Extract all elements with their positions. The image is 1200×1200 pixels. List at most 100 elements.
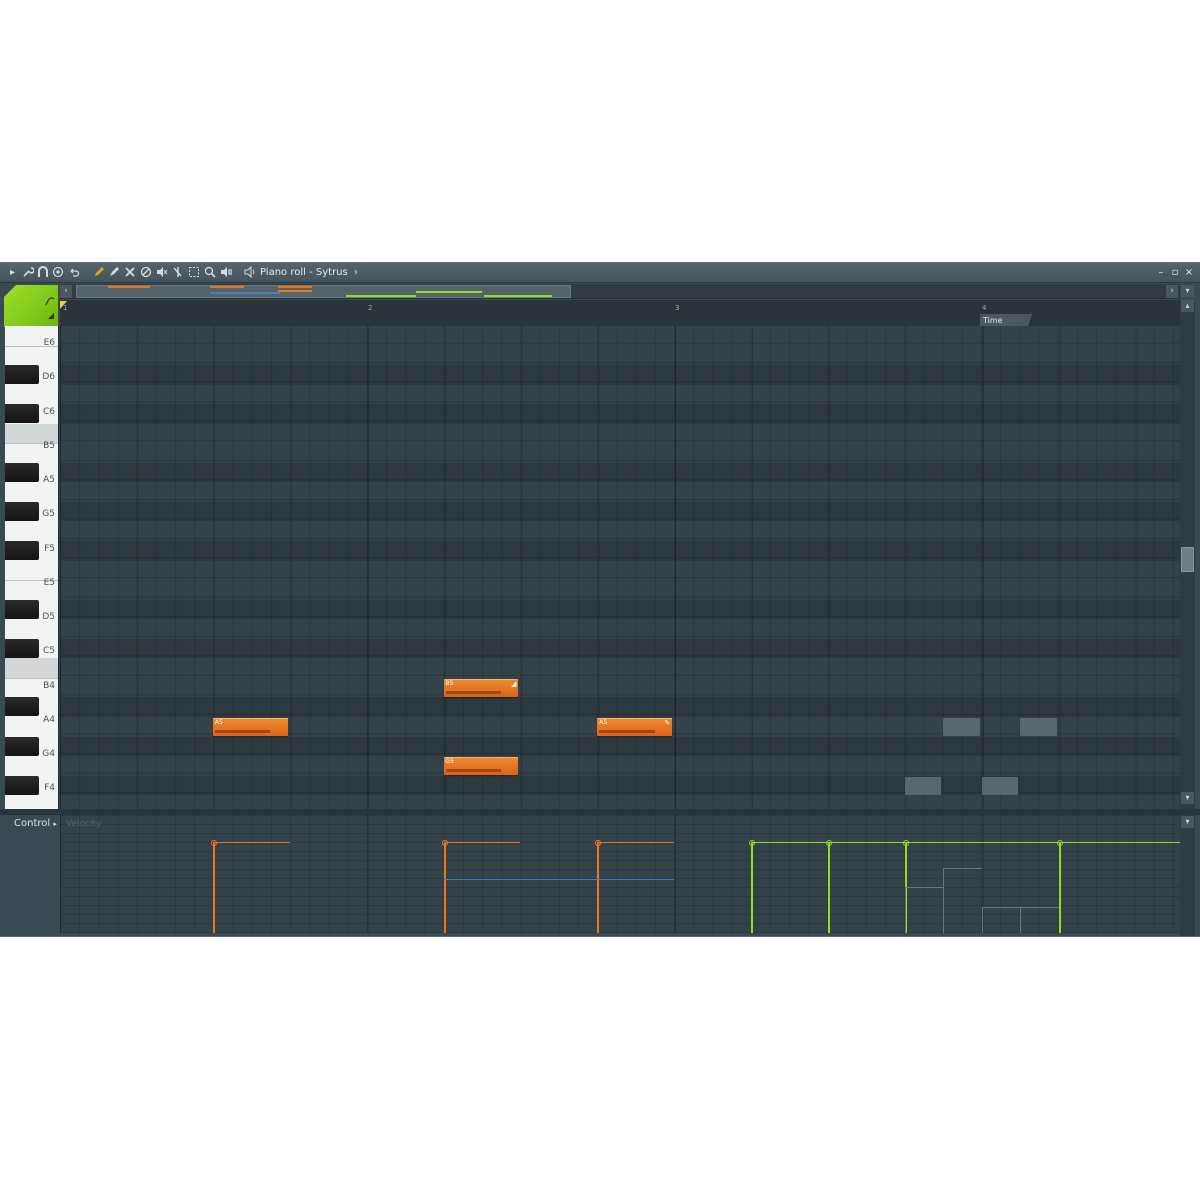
black-key[interactable] <box>5 638 39 658</box>
slice-icon[interactable] <box>171 266 184 279</box>
menu-arrow-icon[interactable]: ▸ <box>6 266 19 279</box>
vertical-scroll-thumb[interactable] <box>1181 547 1194 572</box>
key-label: E5 <box>43 577 55 588</box>
window-title-text: Piano roll - Sytrus <box>260 267 348 278</box>
mute-icon[interactable] <box>155 266 168 279</box>
note-velocity-bar <box>214 730 271 733</box>
piano-roll-window: ▸ Piano roll - Sytrus › – ▫ × ‹ › ▾ 1 2 … <box>0 262 1200 937</box>
overview-menu-icon[interactable]: ▾ <box>1181 285 1194 297</box>
control-menu-icon[interactable]: ▾ <box>1181 816 1194 828</box>
black-key-row <box>60 697 1180 717</box>
control-target: Velocity <box>66 819 102 829</box>
maximize-button[interactable]: ▫ <box>1170 267 1180 279</box>
scroll-right-icon[interactable]: › <box>1166 285 1178 298</box>
black-key-row <box>60 501 1180 522</box>
ghost-note <box>943 718 980 736</box>
window-title[interactable]: Piano roll - Sytrus › <box>260 266 358 280</box>
velocity-handle[interactable] <box>210 840 217 846</box>
key-label: F5 <box>44 543 55 554</box>
edit-icon[interactable]: ✎ <box>664 720 670 727</box>
vertical-scrollbar[interactable]: ▴ ▾ <box>1180 300 1195 936</box>
zoom-icon[interactable] <box>203 266 216 279</box>
control-label[interactable]: Control ▸ <box>14 818 57 830</box>
velocity-stem[interactable] <box>751 843 753 933</box>
black-key[interactable] <box>5 501 39 521</box>
note-grid[interactable]: A5B5◢G5A5✎E5C5A4B4D5F4 <box>60 326 1180 809</box>
title-bar: ▸ Piano roll - Sytrus › – ▫ × <box>0 263 1200 283</box>
key-label: G5 <box>42 509 55 520</box>
scroll-left-icon[interactable]: ‹ <box>60 285 72 298</box>
key-label: A5 <box>43 475 55 485</box>
velocity-handle[interactable] <box>749 840 755 846</box>
velocity-handle[interactable] <box>1056 840 1063 846</box>
note-a5[interactable]: A5 ✎ <box>597 718 673 736</box>
note-label: A5 <box>599 719 608 726</box>
key-label: C6 <box>42 406 55 417</box>
velocity-lane[interactable] <box>60 815 1180 933</box>
velocity-handle[interactable] <box>441 840 448 846</box>
velocity-tail <box>443 842 521 843</box>
black-key[interactable] <box>5 697 39 717</box>
ghost-velocity-stem <box>943 868 945 933</box>
minimize-button[interactable]: – <box>1156 267 1166 279</box>
note-g5[interactable]: G5 <box>443 757 519 776</box>
note-a5[interactable]: A5 <box>212 718 288 736</box>
note-b5[interactable]: B5 ◢ <box>443 678 519 697</box>
scroll-down-icon[interactable]: ▾ <box>1181 792 1194 804</box>
paint-icon[interactable] <box>107 266 120 279</box>
pattern-overview[interactable]: ‹ › <box>60 284 1180 299</box>
velocity-handle[interactable] <box>595 840 602 846</box>
black-key[interactable] <box>5 404 39 424</box>
velocity-handle[interactable] <box>902 840 909 846</box>
ghost-velocity-tail <box>904 887 944 888</box>
tool-corner-button[interactable] <box>4 285 58 327</box>
playback-icon[interactable] <box>219 266 232 279</box>
overview-note <box>416 291 482 293</box>
key-label: F4 <box>44 783 55 794</box>
corner-icon[interactable]: ◢ <box>511 680 516 688</box>
key-label: B5 <box>43 440 55 451</box>
title-arrow-icon: › <box>353 267 358 278</box>
black-key[interactable] <box>5 365 39 385</box>
velocity-tail <box>212 842 290 843</box>
note-velocity-bar <box>445 690 501 694</box>
undo-icon[interactable] <box>67 266 80 279</box>
ghost-note <box>981 776 1019 795</box>
velocity-stem[interactable] <box>597 843 600 933</box>
velocity-stem[interactable] <box>1058 843 1061 933</box>
scroll-up-icon[interactable]: ▴ <box>1181 300 1194 312</box>
black-key[interactable] <box>5 775 39 795</box>
pencil-icon[interactable] <box>92 266 105 279</box>
delete-tool-icon[interactable] <box>123 266 136 279</box>
magnet-icon[interactable] <box>36 266 49 279</box>
erase-icon[interactable] <box>139 266 152 279</box>
overview-note <box>346 295 416 297</box>
overview-note <box>278 286 312 288</box>
speaker-icon[interactable] <box>243 265 256 279</box>
black-key-row <box>60 638 1180 659</box>
note-velocity-bar <box>445 769 501 773</box>
wrench-icon[interactable] <box>21 266 35 279</box>
velocity-stem[interactable] <box>827 843 830 933</box>
black-key[interactable] <box>5 736 39 756</box>
velocity-handle[interactable] <box>825 840 832 846</box>
black-key[interactable] <box>5 541 39 561</box>
black-key[interactable] <box>5 462 39 482</box>
ghost-velocity-stem <box>904 887 906 933</box>
close-button[interactable]: × <box>1184 267 1194 279</box>
c-key[interactable] <box>5 658 58 678</box>
black-key-row <box>60 599 1180 620</box>
piano-keyboard[interactable]: E6 D6 C6 B5 A5 G5 F5 E5 D5 C5 B4 A4 G4 F4 <box>5 326 59 809</box>
select-icon[interactable] <box>187 266 200 279</box>
velocity-stem[interactable] <box>212 843 215 933</box>
key-label: E6 <box>43 338 55 348</box>
ghost-velocity-tail <box>943 868 982 869</box>
key-label: A4 <box>43 714 55 725</box>
black-key[interactable] <box>5 599 39 619</box>
velocity-stem[interactable] <box>443 843 446 933</box>
bar-number: 4 <box>982 304 987 312</box>
time-ruler[interactable]: 1 2 3 4 Time marker <box>60 300 1180 327</box>
overview-note <box>108 286 150 288</box>
target-icon[interactable] <box>51 266 64 279</box>
velocity-tail <box>597 842 675 843</box>
